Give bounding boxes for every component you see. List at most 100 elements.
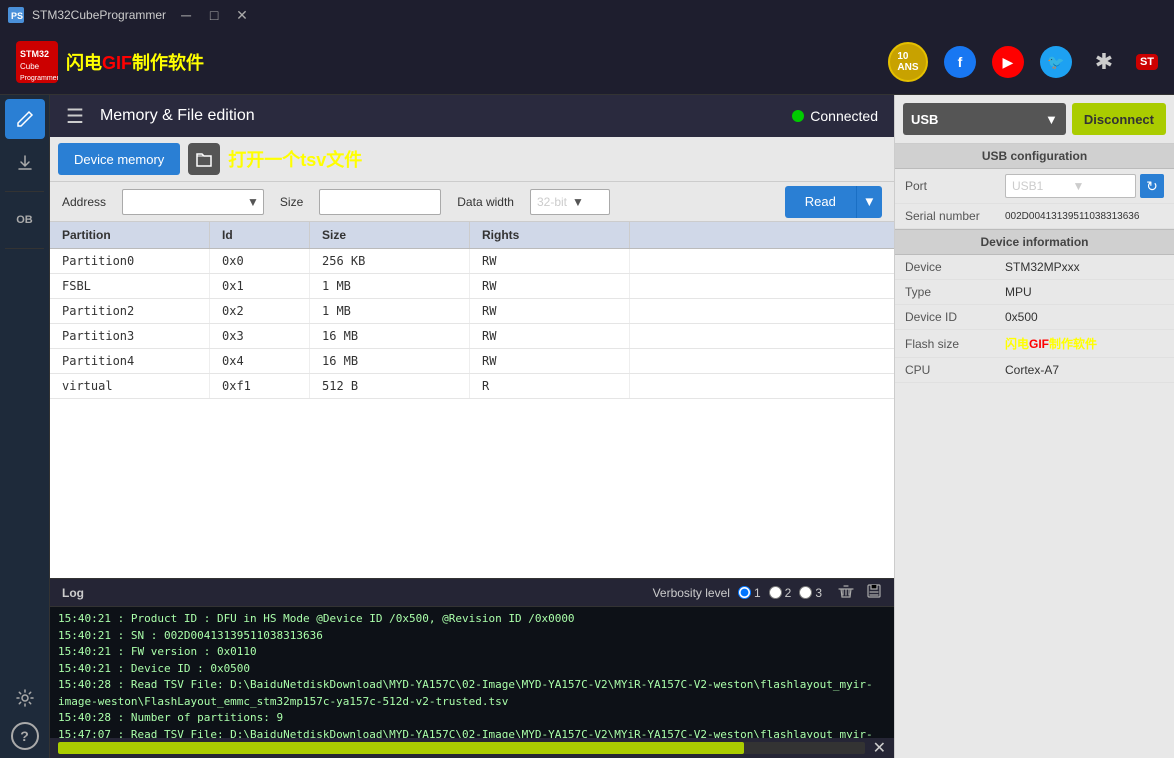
star-icon[interactable]: ✱ <box>1088 46 1120 78</box>
open-file-button[interactable] <box>188 143 220 175</box>
port-select[interactable]: USB1 ▼ <box>1005 174 1136 198</box>
open-file-area: 打开一个tsv文件 <box>188 143 362 175</box>
device-id-label: Device ID <box>905 310 1005 324</box>
toolbar: Device memory 打开一个tsv文件 <box>50 137 894 182</box>
progress-bar-background <box>58 742 865 754</box>
data-width-select[interactable]: 32-bit ▼ <box>530 189 610 215</box>
read-button[interactable]: Read <box>785 186 856 218</box>
close-button[interactable]: ✕ <box>230 5 254 25</box>
address-input[interactable] <box>123 191 243 213</box>
verbosity-3-radio[interactable] <box>799 586 812 599</box>
serial-number-label: Serial number <box>905 209 1005 223</box>
log-content[interactable]: 15:40:21 : Product ID : DFU in HS Mode @… <box>50 607 894 738</box>
cell-size: 16 MB <box>310 349 470 373</box>
log-clear-button[interactable] <box>838 583 854 602</box>
usb-config-title: USB configuration <box>895 144 1174 169</box>
table-row[interactable]: Partition4 0x4 16 MB RW <box>50 349 894 374</box>
progress-close-button[interactable]: ✕ <box>873 738 886 758</box>
maximize-button[interactable]: □ <box>202 5 226 25</box>
read-btn-group: Read ▼ <box>785 186 882 218</box>
sidebar-item-download[interactable] <box>5 143 45 183</box>
youtube-icon[interactable]: ▶ <box>992 46 1024 78</box>
cell-id: 0x1 <box>210 274 310 298</box>
cell-size: 1 MB <box>310 299 470 323</box>
cell-rights: RW <box>470 324 630 348</box>
disconnect-button[interactable]: Disconnect <box>1072 103 1166 135</box>
sidebar-item-ob[interactable]: OB <box>5 200 45 240</box>
cell-rights: RW <box>470 299 630 323</box>
table-row[interactable]: Partition3 0x3 16 MB RW <box>50 324 894 349</box>
facebook-icon[interactable]: f <box>944 46 976 78</box>
cell-partition: Partition4 <box>50 349 210 373</box>
log-line: 15:40:21 : SN : 002D00413139511038313636 <box>58 628 886 645</box>
size-label: Size <box>280 195 303 209</box>
log-title: Log <box>62 586 84 600</box>
device-memory-tab[interactable]: Device memory <box>58 143 180 175</box>
address-dropdown-arrow[interactable]: ▼ <box>243 195 263 209</box>
main-area: OB ? ☰ Memory & File edition Connected D… <box>0 95 1174 758</box>
svg-text:PS: PS <box>11 11 23 21</box>
cpu-label: CPU <box>905 363 1005 377</box>
page-header: ☰ Memory & File edition Connected <box>50 95 894 137</box>
connection-type-select[interactable]: USB ▼ <box>903 103 1066 135</box>
window-controls: ─ □ ✕ <box>174 5 254 25</box>
sidebar-item-settings[interactable] <box>5 678 45 718</box>
svg-text:STM32: STM32 <box>20 49 49 59</box>
minimize-button[interactable]: ─ <box>174 5 198 25</box>
log-save-button[interactable] <box>866 583 882 602</box>
verbosity-3-option[interactable]: 3 <box>799 586 822 600</box>
log-line: 15:40:28 : Number of partitions: 9 <box>58 710 886 727</box>
titlebar-text: STM32CubeProgrammer <box>32 8 166 22</box>
verbosity-2-label: 2 <box>785 586 792 600</box>
table-row[interactable]: FSBL 0x1 1 MB RW <box>50 274 894 299</box>
logo-area: STM32 Cube Programmer 闪电GIF制作软件 <box>16 41 204 83</box>
data-width-label: Data width <box>457 195 514 209</box>
table-row[interactable]: virtual 0xf1 512 B R <box>50 374 894 399</box>
cell-rights: R <box>470 374 630 398</box>
sidebar: OB ? <box>0 95 50 758</box>
sidebar-item-help[interactable]: ? <box>11 722 39 750</box>
serial-number-row: Serial number 002D00413139511038313636 <box>895 204 1174 229</box>
verbosity-2-radio[interactable] <box>769 586 782 599</box>
type-label: Type <box>905 285 1005 299</box>
cell-id: 0xf1 <box>210 374 310 398</box>
refresh-button[interactable]: ↻ <box>1140 174 1164 198</box>
sidebar-item-edit[interactable] <box>5 99 45 139</box>
log-line: 15:40:21 : FW version : 0x0110 <box>58 644 886 661</box>
read-dropdown-button[interactable]: ▼ <box>856 186 882 218</box>
verbosity-3-label: 3 <box>815 586 822 600</box>
col-size: Size <box>310 222 470 248</box>
cpu-value: Cortex-A7 <box>1005 363 1164 377</box>
controls-row: Address ▼ Size Data width 32-bit ▼ Read … <box>50 182 894 222</box>
col-partition: Partition <box>50 222 210 248</box>
verbosity-label: Verbosity level <box>653 586 730 600</box>
device-label: Device <box>905 260 1005 274</box>
cell-partition: Partition0 <box>50 249 210 273</box>
app-icon: PS <box>8 7 24 23</box>
svg-text:Cube: Cube <box>20 62 40 71</box>
sidebar-divider <box>5 191 44 192</box>
verbosity-1-radio[interactable] <box>738 586 751 599</box>
twitter-icon[interactable]: 🐦 <box>1040 46 1072 78</box>
address-label: Address <box>62 195 106 209</box>
verbosity-2-option[interactable]: 2 <box>769 586 792 600</box>
cell-size: 16 MB <box>310 324 470 348</box>
serial-number-value: 002D00413139511038313636 <box>1005 211 1164 222</box>
verbosity-1-label: 1 <box>754 586 761 600</box>
verbosity-1-option[interactable]: 1 <box>738 586 761 600</box>
memory-table: Partition Id Size Rights Partition0 0x0 … <box>50 222 894 578</box>
menu-icon[interactable]: ☰ <box>66 104 84 129</box>
port-row: Port USB1 ▼ ↻ <box>895 169 1174 204</box>
cell-partition: Partition3 <box>50 324 210 348</box>
flash-size-label: Flash size <box>905 337 1005 351</box>
table-row[interactable]: Partition2 0x2 1 MB RW <box>50 299 894 324</box>
size-input[interactable] <box>320 191 440 213</box>
table-row[interactable]: Partition0 0x0 256 KB RW <box>50 249 894 274</box>
titlebar: PS STM32CubeProgrammer ─ □ ✕ <box>0 0 1174 30</box>
port-dropdown-arrow: ▼ <box>1073 179 1130 193</box>
cell-rights: RW <box>470 249 630 273</box>
cpu-row: CPU Cortex-A7 <box>895 358 1174 383</box>
verbosity-controls: Verbosity level 1 2 3 <box>653 586 822 600</box>
log-line: 15:40:21 : Product ID : DFU in HS Mode @… <box>58 611 886 628</box>
cell-partition: Partition2 <box>50 299 210 323</box>
